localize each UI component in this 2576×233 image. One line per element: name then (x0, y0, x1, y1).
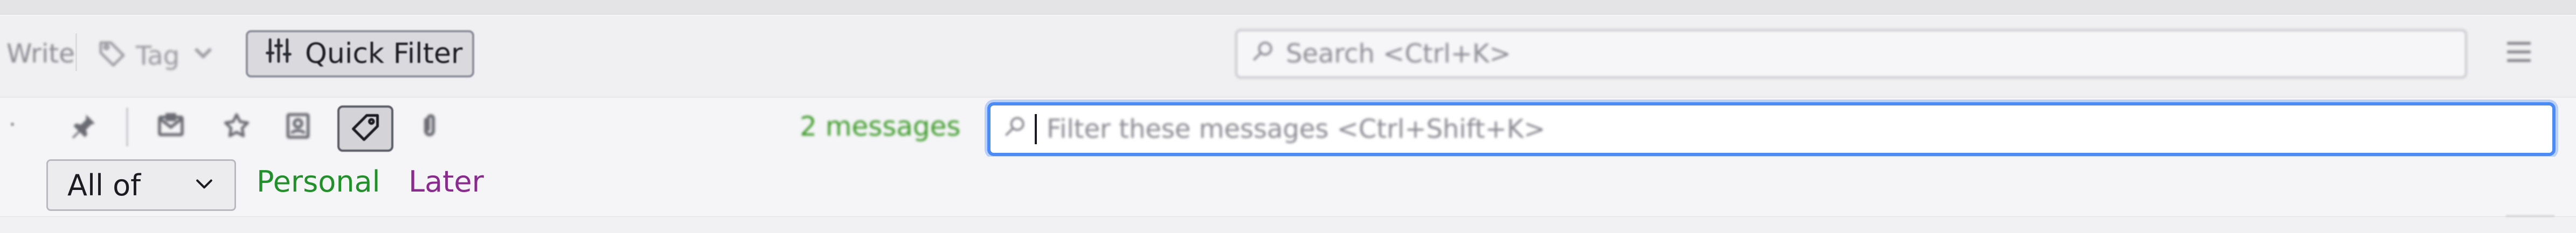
search-icon (1003, 114, 1027, 144)
sliders-icon (264, 36, 293, 72)
sticky-filter-toggle[interactable] (59, 107, 108, 147)
tag-filter-personal[interactable]: Personal (257, 165, 380, 199)
tag-match-mode-value: All of (67, 168, 141, 202)
starred-toggle[interactable] (212, 107, 261, 147)
contact-card-icon (283, 111, 313, 143)
tag-filter-later[interactable]: Later (408, 165, 484, 199)
attachment-toggle[interactable] (405, 107, 454, 147)
global-search-placeholder: Search <Ctrl+K> (1286, 39, 1511, 69)
filter-messages-input[interactable]: Filter these messages <Ctrl+Shift+K> (987, 102, 2556, 156)
toolbar-divider (75, 33, 77, 71)
search-icon (1251, 39, 1275, 69)
text-caret (1035, 114, 1037, 144)
chevron-down-icon (192, 168, 216, 202)
splitter-handle (11, 123, 14, 126)
tag-match-mode-select[interactable]: All of (46, 159, 236, 211)
tag-icon (349, 111, 382, 146)
envelope-icon (156, 111, 186, 143)
unread-toggle[interactable] (147, 107, 195, 147)
quick-filter-label: Quick Filter (305, 38, 463, 70)
star-icon (221, 111, 252, 143)
filter-messages-placeholder: Filter these messages <Ctrl+Shift+K> (1047, 114, 1546, 144)
column-header-edge (2506, 215, 2554, 217)
hamburger-menu-icon[interactable] (2507, 42, 2531, 66)
tag-filter-bar (0, 157, 2576, 216)
quick-filter-separator (126, 108, 128, 146)
tag-button[interactable]: Tag (97, 38, 218, 74)
tag-button-label: Tag (136, 41, 180, 71)
chevron-down-icon (188, 38, 218, 74)
paperclip-icon (414, 111, 445, 143)
write-button-partial[interactable]: Write (6, 39, 75, 69)
global-search-input[interactable]: Search <Ctrl+K> (1235, 29, 2467, 79)
tags-toggle[interactable] (337, 105, 393, 152)
message-list-header-strip (0, 216, 2576, 233)
quick-filter-button[interactable]: Quick Filter (246, 30, 474, 77)
pin-icon (68, 111, 99, 143)
contact-toggle[interactable] (274, 107, 322, 147)
message-count: 2 messages (800, 111, 961, 142)
tag-icon (97, 38, 127, 74)
window-top-strip (0, 0, 2576, 15)
